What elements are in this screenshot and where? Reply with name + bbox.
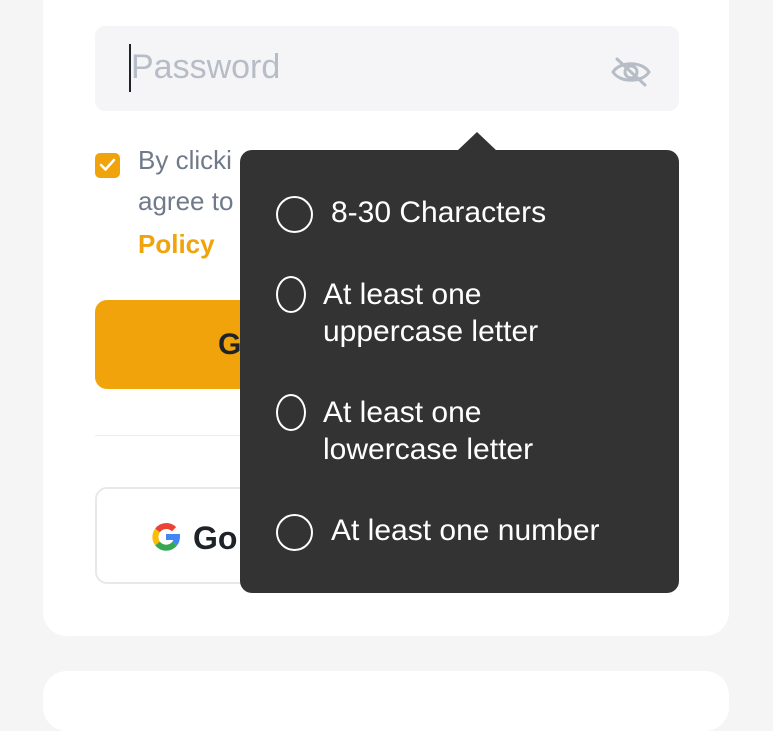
privacy-policy-link[interactable]: Policy [138,229,215,260]
unchecked-circle-icon [276,514,313,551]
password-placeholder: Password [131,48,281,86]
google-button-label: Go [193,520,238,556]
terms-checkbox[interactable] [95,153,120,178]
password-input[interactable]: Password [95,26,679,111]
eye-slash-icon[interactable] [610,56,652,88]
checkmark-icon [99,158,116,171]
terms-text-line-2: agree to [138,186,234,216]
terms-text-line-1: By clicki [138,145,232,175]
google-logo-icon [152,523,181,551]
password-requirements-tooltip: 8-30 Characters At least one uppercase l… [240,150,679,593]
secondary-card [43,671,729,731]
unchecked-circle-icon [276,394,306,431]
unchecked-circle-icon [276,196,313,233]
tooltip-arrow [457,132,497,151]
unchecked-circle-icon [276,276,306,313]
create-account-button-label: G [218,328,242,361]
